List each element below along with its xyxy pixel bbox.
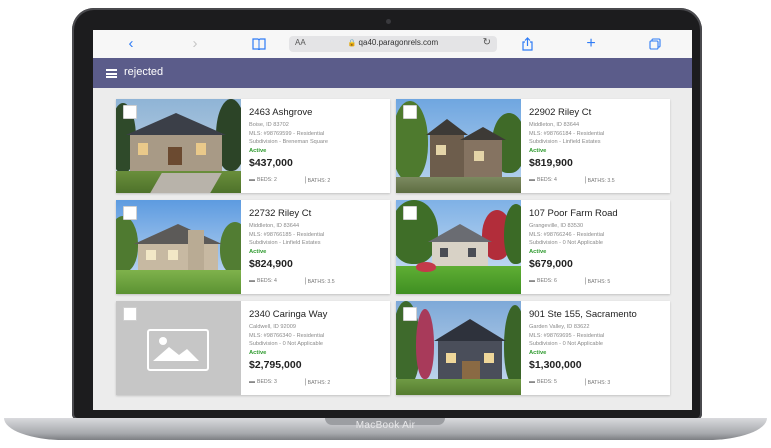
bookmarks-icon[interactable] [249, 34, 269, 54]
select-checkbox[interactable] [403, 105, 417, 119]
listing-baths: BATHS: 2 [307, 177, 331, 184]
listing-subdivision: Subdivision - 0 Not Applicable [249, 341, 324, 347]
listing-mls: MLS: #98766246 - Residential [529, 231, 605, 238]
back-icon[interactable]: ‹ [121, 34, 141, 54]
listing-city: Grangeville, ID 83530 [529, 223, 584, 229]
listing-beds: BEDS: 2 [257, 176, 277, 183]
screen: ‹ › AA 🔒 qa40.paragonrels.com ↻ + rejecte… [93, 30, 692, 410]
listing-subdivision: Subdivision - 0 Not Applicable [529, 240, 604, 246]
camera-icon [386, 19, 391, 24]
listing-card[interactable]: 2463 Ashgrove Boise, ID 83702 MLS: #9876… [116, 99, 390, 193]
listing-price: $679,000 [529, 257, 573, 270]
listing-city: Middleton, ID 83644 [249, 223, 300, 229]
select-checkbox[interactable] [123, 307, 137, 321]
listing-address[interactable]: 22902 Riley Ct [529, 107, 667, 118]
new-tab-icon[interactable]: + [581, 34, 601, 54]
listing-city: Caldwell, ID 92009 [249, 324, 296, 330]
listing-baths: BATHS: 3 [587, 379, 611, 386]
bath-icon: ▕ [581, 278, 586, 285]
listing-grid: 2463 Ashgrove Boise, ID 83702 MLS: #9876… [93, 88, 692, 410]
hamburger-menu-icon[interactable] [106, 69, 117, 78]
bed-icon: ▬ [529, 277, 535, 284]
page-title: rejected [124, 66, 164, 78]
listing-beds: BEDS: 4 [537, 176, 557, 183]
listing-price: $437,000 [249, 156, 293, 169]
bath-icon: ▕ [301, 278, 306, 285]
bed-icon: ▬ [529, 378, 535, 385]
listing-card[interactable]: 107 Poor Farm Road Grangeville, ID 83530… [396, 200, 670, 294]
lock-icon: 🔒 [347, 40, 357, 47]
listing-baths: BATHS: 3.5 [587, 177, 615, 184]
status-badge: Active [249, 147, 267, 154]
address-bar[interactable]: AA 🔒 qa40.paragonrels.com ↻ [289, 36, 497, 52]
bath-icon: ▕ [581, 379, 586, 386]
url-text: qa40.paragonrels.com [358, 38, 439, 47]
forward-icon[interactable]: › [185, 34, 205, 54]
status-badge: Active [529, 349, 547, 356]
listing-beds: BEDS: 3 [257, 378, 277, 385]
bath-icon: ▕ [581, 177, 586, 184]
select-checkbox[interactable] [403, 307, 417, 321]
listing-subdivision: Subdivision - Linfield Estates [249, 240, 321, 246]
listing-card[interactable]: 2340 Caringa Way Caldwell, ID 92009 MLS:… [116, 301, 390, 395]
listing-address[interactable]: 2340 Caringa Way [249, 309, 387, 320]
listing-card[interactable]: 22732 Riley Ct Middleton, ID 83644 MLS: … [116, 200, 390, 294]
listing-city: Boise, ID 83702 [249, 122, 289, 128]
listing-mls: MLS: #98766340 - Residential [249, 332, 325, 339]
listing-card[interactable]: 901 Ste 155, Sacramento Garden Valley, I… [396, 301, 670, 395]
listing-mls: MLS: #98766184 - Residential [529, 130, 605, 137]
listing-price: $819,900 [529, 156, 573, 169]
browser-toolbar: ‹ › AA 🔒 qa40.paragonrels.com ↻ + [93, 30, 692, 59]
listing-baths: BATHS: 5 [587, 278, 611, 285]
bath-icon: ▕ [301, 177, 306, 184]
select-checkbox[interactable] [403, 206, 417, 220]
listing-subdivision: Subdivision - 0 Not Applicable [529, 341, 604, 347]
listing-price: $2,795,000 [249, 358, 302, 371]
select-checkbox[interactable] [123, 206, 137, 220]
listing-baths: BATHS: 2 [307, 379, 331, 386]
listing-address[interactable]: 107 Poor Farm Road [529, 208, 667, 219]
bed-icon: ▬ [249, 378, 255, 385]
listing-city: Garden Valley, ID 83622 [529, 324, 590, 330]
listing-price: $824,900 [249, 257, 293, 270]
app-header: rejected [93, 58, 692, 88]
listing-mls: MLS: #98766185 - Residential [249, 231, 325, 238]
listing-address[interactable]: 901 Ste 155, Sacramento [529, 309, 667, 320]
bed-icon: ▬ [529, 176, 535, 183]
listing-beds: BEDS: 5 [537, 378, 557, 385]
device-label: MacBook Air [355, 420, 416, 431]
listing-subdivision: Subdivision - Breneman Square [249, 139, 328, 145]
listing-mls: MLS: #98769695 - Residential [529, 332, 605, 339]
reload-icon[interactable]: ↻ [483, 37, 491, 48]
status-badge: Active [249, 349, 267, 356]
share-icon[interactable] [517, 34, 537, 54]
select-checkbox[interactable] [123, 105, 137, 119]
listing-city: Middleton, ID 83644 [529, 122, 580, 128]
listing-beds: BEDS: 4 [257, 277, 277, 284]
listing-beds: BEDS: 6 [537, 277, 557, 284]
listing-mls: MLS: #98769599 - Residential [249, 130, 325, 137]
bed-icon: ▬ [249, 176, 255, 183]
listing-subdivision: Subdivision - Linfield Estates [529, 139, 601, 145]
listing-card[interactable]: 22902 Riley Ct Middleton, ID 83644 MLS: … [396, 99, 670, 193]
listing-address[interactable]: 2463 Ashgrove [249, 107, 387, 118]
listing-address[interactable]: 22732 Riley Ct [249, 208, 387, 219]
bath-icon: ▕ [301, 379, 306, 386]
status-badge: Active [249, 248, 267, 255]
listing-baths: BATHS: 3.5 [307, 278, 335, 285]
image-placeholder-icon [147, 329, 209, 371]
tabs-icon[interactable] [645, 34, 665, 54]
status-badge: Active [529, 147, 547, 154]
listing-price: $1,300,000 [529, 358, 582, 371]
status-badge: Active [529, 248, 547, 255]
bed-icon: ▬ [249, 277, 255, 284]
